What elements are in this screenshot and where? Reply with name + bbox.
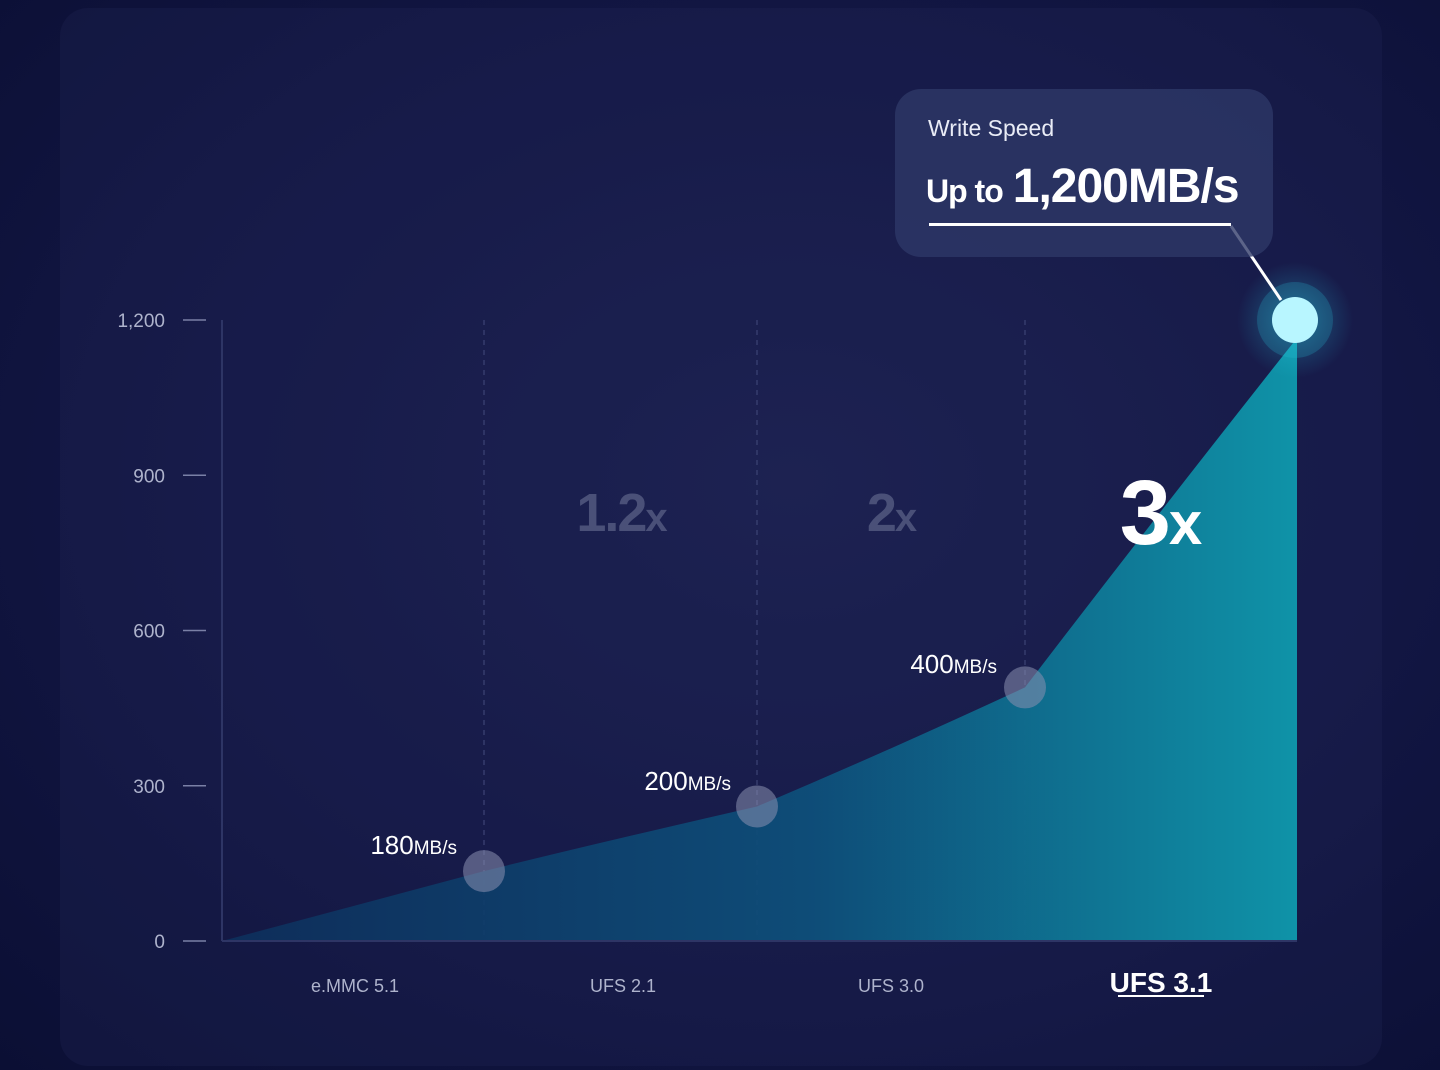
point-value-label: 200MB/s [644,766,731,796]
write-speed-callout: Write Speed Up to 1,200MB/s [895,89,1273,257]
data-point [1004,666,1046,709]
callout-prefix: Up to [926,173,1004,209]
data-point [463,850,505,893]
callout-number: 1,200MB/s [1012,160,1240,213]
point-value-unit: MB/s [954,657,997,678]
data-point [736,785,778,828]
y-tick-label: 300 [133,777,165,798]
y-tick-label: 600 [133,622,165,643]
page: 0 300 600 900 1,200 e.MMC 5.1 UFS 2.1 UFS 3.0 U… [0,0,1440,1070]
multiplier-suffix: x [1169,490,1202,557]
callout-value: Up to 1,200MB/s [926,159,1240,214]
multiplier-number: 2 [867,483,895,543]
point-value-number: 180 [370,830,413,860]
multiplier-suffix: x [645,496,667,540]
point-value-unit: MB/s [688,774,731,795]
multiplier-label: 2x [867,483,917,543]
x-tick-label: UFS 3.0 [858,976,924,996]
x-tick-label: e.MMC 5.1 [311,976,399,996]
point-value-number: 400 [910,649,953,679]
point-value-unit: MB/s [414,838,457,859]
x-tick-label: UFS 3.1 [1110,967,1213,998]
multiplier-suffix: x [895,496,917,540]
point-value-label: 400MB/s [910,649,997,679]
multiplier-number: 3 [1120,462,1169,564]
y-tick-label: 900 [133,466,165,487]
point-value-number: 200 [644,766,687,796]
x-tick-label: UFS 2.1 [590,976,656,996]
point-value-label: 180MB/s [370,830,457,860]
callout-label: Write Speed [928,115,1055,141]
multiplier-label: 1.2x [576,483,667,543]
y-tick-label: 1,200 [117,311,165,332]
y-tick-label: 0 [154,932,165,953]
callout-underline [929,223,1231,226]
data-point [1272,297,1318,343]
multiplier-number: 1.2 [576,483,645,543]
